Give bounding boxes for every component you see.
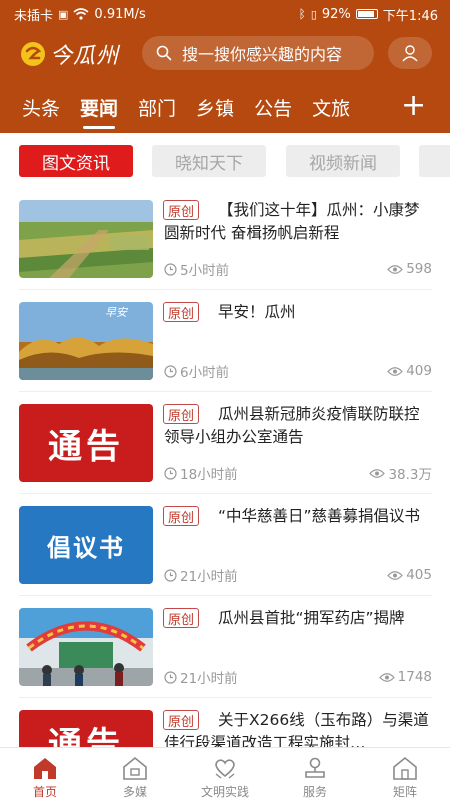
chip-image-text-news[interactable]: 图文资讯 — [19, 145, 133, 177]
eye-icon — [387, 366, 404, 376]
article-time: 5小时前 — [180, 263, 230, 279]
article-time: 21小时前 — [180, 671, 238, 687]
article-time: 21小时前 — [180, 569, 238, 585]
status-left: 未插卡 ▣ 0.91M/s — [14, 5, 146, 24]
clock-icon — [164, 364, 177, 378]
article-title: 早安！瓜州 — [218, 303, 296, 321]
logo-mark-icon — [21, 42, 45, 66]
eye-icon — [387, 570, 404, 580]
article-time: 18小时前 — [180, 467, 238, 483]
article-thumbnail — [19, 608, 153, 686]
thumbnail-caption: 早安 — [105, 306, 127, 319]
nav-matrix[interactable]: 矩阵 — [360, 748, 450, 801]
status-bar: 未插卡 ▣ 0.91M/s ᛒ ▯ 92% 下午1:46 — [0, 0, 450, 28]
matrix-house-icon — [393, 756, 417, 780]
clock-icon — [164, 670, 177, 684]
tab-key-news[interactable]: 要闻 — [80, 86, 118, 133]
battery-percent: 92% — [321, 6, 351, 22]
nav-civilization-practice[interactable]: 文明实践 — [180, 748, 270, 801]
tab-towns[interactable]: 乡镇 — [196, 86, 234, 133]
clock: 下午1:46 — [382, 8, 438, 24]
clock-icon — [164, 466, 177, 480]
article-thumbnail: 倡议书 — [19, 506, 153, 584]
add-tab-button[interactable]: + — [401, 91, 426, 121]
article-thumbnail: 通告 — [19, 404, 153, 482]
nav-media[interactable]: 多媒 — [90, 748, 180, 801]
chip-video-news[interactable]: 视频新闻 — [286, 145, 400, 177]
article-thumbnail: 通告 — [19, 710, 153, 747]
nav-label: 服务 — [302, 785, 327, 799]
chip-more[interactable] — [419, 145, 450, 177]
status-right: ᛒ ▯ 92% 下午1:46 — [299, 5, 438, 24]
tab-departments[interactable]: 部门 — [138, 86, 176, 133]
eye-icon — [369, 468, 386, 478]
article-item[interactable]: 通告 原创 瓜州县新冠肺炎疫情联防联控领导小组办公室通告 18小时前 38.3万 — [0, 392, 450, 494]
wifi-icon — [73, 8, 89, 20]
nav-label: 文明实践 — [200, 785, 249, 799]
heart-hands-icon — [215, 759, 235, 779]
article-meta: 18小时前 38.3万 — [164, 464, 432, 483]
carrier-text: 未插卡 — [14, 8, 54, 24]
article-item[interactable]: 原创 瓜州县首批“拥军药店”揭牌 21小时前 1748 — [0, 596, 450, 698]
article-views: 1748 — [397, 669, 432, 685]
app-logo[interactable]: 今瓜州 — [20, 38, 119, 70]
tab-announcements[interactable]: 公告 — [254, 86, 292, 133]
search-input[interactable]: 搜一搜你感兴趣的内容 — [142, 36, 374, 70]
user-profile-button[interactable] — [388, 37, 432, 69]
tab-culture-tourism[interactable]: 文旅 — [312, 86, 350, 133]
article-title: 【我们这十年】瓜州：小康梦圆新时代 奋楫扬帆启新程 — [164, 201, 420, 242]
article-meta: 6小时前 409 — [164, 362, 432, 381]
article-meta: 21小时前 405 — [164, 566, 432, 585]
nav-services[interactable]: 服务 — [270, 748, 360, 801]
thumbnail-caption: 通告 — [48, 725, 124, 747]
article-views: 409 — [406, 363, 432, 379]
thumbnail-caption: 倡议书 — [47, 533, 125, 562]
eye-icon — [378, 672, 395, 682]
tab-headlines[interactable]: 头条 — [22, 86, 60, 133]
battery-icon — [355, 9, 378, 19]
bottom-navigation: 首页 多媒 文明实践 服务 矩阵 — [0, 747, 450, 801]
article-item[interactable]: 原创 【我们这十年】瓜州：小康梦圆新时代 奋楫扬帆启新程 5小时前 598 — [0, 188, 450, 290]
clock-icon — [164, 262, 177, 276]
service-icon — [305, 757, 325, 778]
app-header: 今瓜州 搜一搜你感兴趣的内容 — [0, 32, 450, 78]
sim-icon: ▣ — [58, 7, 69, 21]
home-icon — [34, 758, 56, 779]
chip-world-news[interactable]: 晓知天下 — [152, 145, 266, 177]
search-icon — [156, 45, 172, 61]
user-icon — [402, 45, 418, 62]
article-thumbnail: 早安 — [19, 302, 153, 380]
article-item[interactable]: 早安 原创 早安！瓜州 6小时前 409 — [0, 290, 450, 392]
article-views: 405 — [406, 567, 432, 583]
article-thumbnail — [19, 200, 153, 278]
thumbnail-caption: 通告 — [48, 426, 124, 467]
nav-home[interactable]: 首页 — [0, 748, 90, 801]
article-title: 关于X266线（玉布路）与渠道佳行段渠道改造工程实施封… — [164, 711, 429, 747]
nav-label: 矩阵 — [392, 785, 417, 799]
logo-text: 今瓜州 — [50, 44, 120, 69]
media-house-icon — [123, 756, 147, 780]
clock-icon — [164, 568, 177, 582]
category-tabs: 头条 要闻 部门 乡镇 公告 文旅 — [0, 86, 450, 133]
article-item[interactable]: 倡议书 原创 “中华慈善日”慈善募捐倡议书 21小时前 405 — [0, 494, 450, 596]
article-time: 6小时前 — [180, 365, 230, 381]
article-views: 598 — [406, 261, 432, 277]
article-title: “中华慈善日”慈善募捐倡议书 — [218, 507, 421, 525]
search-placeholder: 搜一搜你感兴趣的内容 — [182, 45, 343, 64]
vibrate-icon: ▯ — [310, 7, 317, 21]
nav-label: 首页 — [32, 785, 57, 799]
article-meta: 5小时前 598 — [164, 260, 432, 279]
bluetooth-icon: ᛒ — [298, 7, 306, 21]
article-title: 瓜州县首批“拥军药店”揭牌 — [218, 609, 405, 627]
article-views: 38.3万 — [388, 467, 432, 483]
nav-label: 多媒 — [122, 785, 147, 799]
eye-icon — [387, 264, 404, 274]
article-title: 瓜州县新冠肺炎疫情联防联控领导小组办公室通告 — [164, 405, 420, 446]
article-meta: 21小时前 1748 — [164, 668, 432, 687]
content-type-chips: 图文资讯 晓知天下 视频新闻 — [0, 133, 450, 188]
article-item[interactable]: 通告 原创 关于X266线（玉布路）与渠道佳行段渠道改造工程实施封… — [0, 698, 450, 747]
battery-fill — [357, 11, 374, 17]
top-banner: 未插卡 ▣ 0.91M/s ᛒ ▯ 92% 下午1:46 今瓜州 搜一搜你感兴趣… — [0, 0, 450, 133]
network-speed: 0.91M/s — [94, 6, 146, 22]
